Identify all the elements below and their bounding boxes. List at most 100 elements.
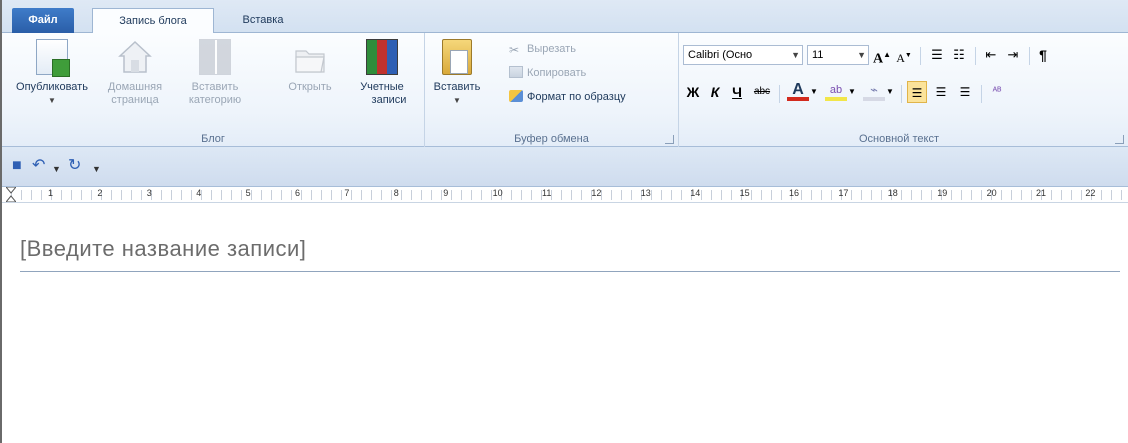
bold-button[interactable]: Ж	[685, 81, 701, 103]
grow-font-icon[interactable]: A▲	[873, 44, 891, 67]
cut-label: Вырезать	[527, 43, 576, 55]
undo-icon[interactable]: ↶	[32, 157, 45, 175]
highlight-icon[interactable]: ab	[825, 79, 847, 101]
group-font: Calibri (Осно ▼ 11 ▼ A▲ A▼ ☰ ☷ ⇤ ⇥ ¶ Ж К…	[679, 33, 1128, 147]
group-label-clipboard: Буфер обмена	[514, 133, 589, 145]
paste-label: Вставить	[433, 81, 481, 93]
open-button[interactable]: Открыть	[284, 39, 336, 94]
open-label: Открыть	[288, 81, 332, 93]
publish-button[interactable]: Опубликовать ▼	[8, 39, 96, 107]
copy-icon	[509, 66, 523, 78]
group-label-font: Основной текст	[859, 133, 939, 145]
paintbrush-icon	[509, 90, 523, 102]
font-color-dropdown-icon[interactable]: ▼	[809, 81, 819, 103]
ruler-number: 19	[937, 188, 948, 198]
ruler-number: 13	[640, 188, 651, 198]
separator	[981, 85, 982, 103]
highlight-dropdown-icon[interactable]: ▼	[847, 81, 857, 103]
cut-button[interactable]: ✂ Вырезать	[509, 41, 576, 57]
group-clipboard: Вставить ▼ ✂ Вырезать Копировать Формат п…	[425, 33, 679, 147]
text-effects-icon[interactable]: ⌁	[863, 79, 885, 101]
separator	[920, 47, 921, 65]
tab-file[interactable]: Файл	[12, 8, 74, 33]
scissors-icon: ✂	[509, 43, 520, 57]
increase-indent-icon[interactable]: ⇥	[1003, 44, 1023, 66]
post-title-field[interactable]: [Введите название записи]	[20, 236, 306, 262]
underline-button[interactable]: Ч	[729, 81, 745, 103]
separator	[901, 85, 902, 103]
paste-chevron-down-icon: ▼	[453, 96, 461, 105]
accounts-label-2: записи	[371, 94, 407, 106]
paste-button[interactable]: Вставить ▼	[429, 39, 485, 107]
quick-access-toolbar: ■ ↶ ▼ ↻ ▼	[2, 147, 1128, 187]
font-size-value: 11	[812, 49, 824, 61]
ruler-number: 15	[739, 188, 750, 198]
tab-insert[interactable]: Вставка	[224, 8, 302, 34]
accounts-label-1: Учетные	[360, 81, 404, 93]
paste-icon	[442, 39, 472, 75]
ruler[interactable]: 1 2 3 4 5 6 7 8 9 10 11 12 13 14 15 16 17 18 19 20 21 22	[2, 187, 1128, 203]
text-effects-dropdown-icon[interactable]: ▼	[885, 81, 895, 103]
pilcrow-icon[interactable]: ¶	[1035, 44, 1051, 66]
strikethrough-button[interactable]: abc	[751, 81, 773, 103]
document-area[interactable]: [Введите название записи]	[2, 204, 1128, 443]
numbering-icon[interactable]: ☷	[949, 44, 969, 66]
title-underline	[20, 271, 1120, 272]
font-launcher-icon[interactable]	[1115, 135, 1124, 144]
indent-marker-icon[interactable]	[6, 187, 16, 203]
copy-button[interactable]: Копировать	[509, 65, 586, 81]
insert-category-button[interactable]: Вставить категорию	[178, 39, 252, 107]
clipboard-launcher-icon[interactable]	[665, 135, 674, 144]
bullets-icon[interactable]: ☰	[927, 44, 947, 66]
spelling-icon[interactable]: ᴬᴮ	[987, 81, 1007, 103]
publish-label: Опубликовать	[16, 81, 88, 93]
ruler-number: 3	[146, 188, 152, 198]
ruler-number: 4	[196, 188, 202, 198]
format-painter-button[interactable]: Формат по образцу	[509, 89, 626, 105]
chevron-down-icon[interactable]: ▼	[92, 160, 101, 178]
align-center-icon[interactable]: ☰	[931, 81, 951, 103]
font-name-combo[interactable]: Calibri (Осно ▼	[683, 45, 803, 65]
copy-label: Копировать	[527, 67, 587, 79]
ruler-number: 9	[443, 188, 449, 198]
ruler-number: 17	[838, 188, 849, 198]
save-icon[interactable]: ■	[12, 157, 22, 175]
ruler-number: 12	[591, 188, 602, 198]
align-left-icon[interactable]: ☰	[907, 81, 927, 103]
ruler-number: 7	[344, 188, 350, 198]
undo-dropdown-icon[interactable]: ▼	[52, 160, 61, 178]
insert-category-label-2: категорию	[188, 94, 242, 106]
ruler-track	[2, 190, 1128, 200]
format-painter-label: Формат по образцу	[527, 91, 626, 103]
home-label-2: страница	[111, 94, 159, 106]
font-name-dropdown-icon[interactable]: ▼	[791, 46, 800, 64]
separator	[975, 47, 976, 65]
ruler-number: 8	[393, 188, 399, 198]
ruler-number: 18	[887, 188, 898, 198]
tab-blog-post[interactable]: Запись блога	[92, 8, 214, 34]
italic-button[interactable]: К	[707, 81, 723, 103]
accounts-button[interactable]: Учетные записи	[344, 39, 420, 107]
category-icon	[199, 39, 231, 75]
font-size-dropdown-icon[interactable]: ▼	[857, 46, 866, 64]
decrease-indent-icon[interactable]: ⇤	[981, 44, 1001, 66]
home-page-button[interactable]: Домашняя страница	[98, 39, 172, 107]
ruler-number: 21	[1036, 188, 1047, 198]
font-size-combo[interactable]: 11 ▼	[807, 45, 869, 65]
ruler-number: 1	[48, 188, 54, 198]
font-name-value: Calibri (Осно	[688, 49, 753, 61]
redo-icon[interactable]: ↻	[68, 157, 81, 175]
shrink-font-icon[interactable]: A▼	[895, 44, 913, 66]
font-color-icon[interactable]: A	[787, 79, 809, 101]
ruler-number: 20	[986, 188, 997, 198]
publish-icon	[36, 39, 70, 77]
ribbon: Опубликовать ▼ Домашняя страница Вставит…	[2, 33, 1128, 147]
ruler-number: 16	[789, 188, 800, 198]
separator	[779, 85, 780, 103]
separator	[1029, 47, 1030, 65]
ruler-number: 11	[542, 188, 552, 198]
folder-icon	[294, 39, 326, 75]
ruler-number: 22	[1085, 188, 1096, 198]
align-right-icon[interactable]: ☰	[955, 81, 975, 103]
ruler-number: 14	[690, 188, 701, 198]
